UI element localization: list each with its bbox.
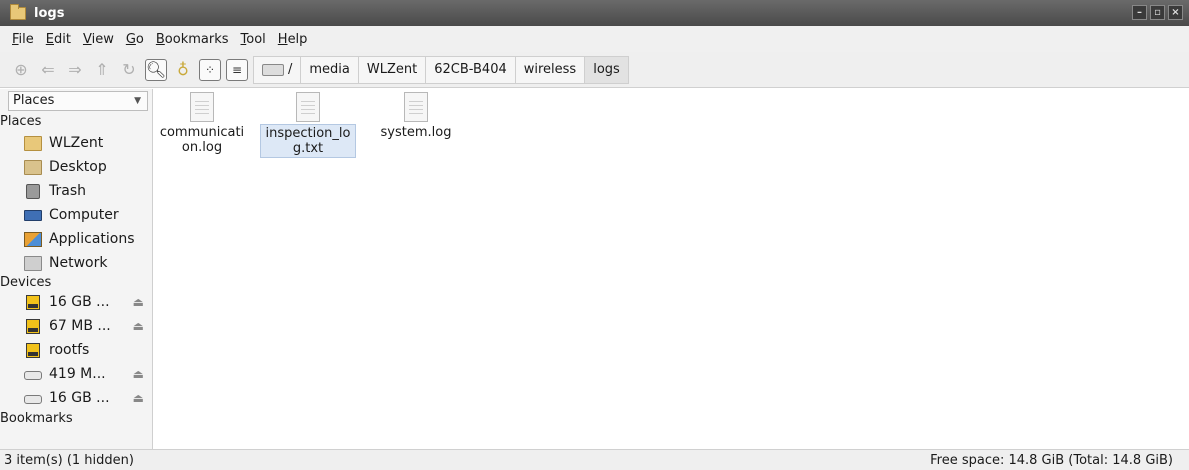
chevron-down-icon: ▼ bbox=[134, 96, 141, 106]
usb-drive-icon bbox=[26, 342, 40, 358]
menu-help[interactable]: Help bbox=[278, 32, 308, 47]
file-item[interactable]: inspection_lo g.txt bbox=[260, 89, 356, 158]
sidebar-item-computer[interactable]: Computer bbox=[24, 204, 150, 226]
menu-view[interactable]: View bbox=[83, 32, 114, 47]
hard-drive-icon bbox=[24, 395, 42, 404]
sidebar-item-applications[interactable]: Applications bbox=[24, 228, 150, 250]
title-bar: logs – ▫ × bbox=[0, 0, 1189, 26]
item-count: 3 item(s) (1 hidden) bbox=[4, 452, 134, 468]
minimize-icon[interactable]: – bbox=[1132, 5, 1147, 20]
file-view[interactable]: communicati on.log inspection_lo g.txt s… bbox=[154, 89, 1189, 449]
eject-icon[interactable]: ⏏ bbox=[133, 391, 144, 405]
toolbar: ⊕ ⇐ ⇒ ⇑ ↻ 🔍︎ ♁ ⁘ ≡ / media WLZent 62CB-B… bbox=[0, 52, 1189, 88]
text-file-icon bbox=[190, 92, 214, 122]
eject-icon[interactable]: ⏏ bbox=[133, 295, 144, 309]
menu-edit[interactable]: Edit bbox=[46, 32, 71, 47]
home-folder-icon bbox=[24, 135, 42, 151]
devices-header: Devices bbox=[0, 275, 52, 290]
usb-drive-icon bbox=[26, 318, 40, 334]
applications-icon bbox=[24, 231, 42, 247]
eject-icon[interactable]: ⏏ bbox=[133, 367, 144, 381]
list-view-icon[interactable]: ≡ bbox=[226, 58, 248, 81]
icon-view-icon[interactable]: ⁘ bbox=[199, 58, 221, 81]
network-folder-icon bbox=[24, 255, 42, 271]
breadcrumb-wlzent[interactable]: WLZent bbox=[357, 55, 427, 84]
maximize-icon[interactable]: ▫ bbox=[1150, 5, 1165, 20]
eject-icon[interactable]: ⏏ bbox=[133, 319, 144, 333]
file-name: communicati on.log bbox=[159, 125, 245, 155]
sidebar-item-wlzent[interactable]: WLZent bbox=[24, 132, 150, 154]
bulb-icon[interactable]: ♁ bbox=[172, 59, 194, 81]
menu-tool[interactable]: Tool bbox=[241, 32, 266, 47]
sidebar: Places ▼ Places WLZent Desktop Trash Com… bbox=[0, 89, 153, 449]
window-controls: – ▫ × bbox=[1132, 5, 1183, 20]
sidebar-device-67mb[interactable]: 67 MB ... ⏏ bbox=[24, 315, 150, 337]
sidebar-item-desktop[interactable]: Desktop bbox=[24, 156, 150, 178]
menu-file[interactable]: File bbox=[12, 32, 34, 47]
forward-icon[interactable]: ⇒ bbox=[64, 59, 86, 81]
file-name: inspection_lo g.txt bbox=[260, 124, 356, 158]
breadcrumb-wireless[interactable]: wireless bbox=[514, 55, 586, 84]
computer-icon bbox=[24, 209, 42, 221]
menu-bar: File Edit View Go Bookmarks Tool Help bbox=[0, 26, 1189, 52]
breadcrumb-62cb-b404[interactable]: 62CB-B404 bbox=[425, 55, 516, 84]
breadcrumb-media[interactable]: media bbox=[300, 55, 359, 84]
trash-icon bbox=[26, 183, 40, 199]
hard-drive-icon bbox=[24, 371, 42, 380]
breadcrumb-root[interactable]: / bbox=[253, 55, 302, 84]
up-icon[interactable]: ⇑ bbox=[91, 59, 113, 81]
file-item[interactable]: system.log bbox=[368, 89, 464, 141]
drive-icon bbox=[262, 63, 284, 76]
new-tab-icon[interactable]: ⊕ bbox=[10, 59, 32, 81]
sidebar-device-16gb-2[interactable]: 16 GB ... ⏏ bbox=[24, 387, 150, 409]
sidebar-item-network[interactable]: Network bbox=[24, 252, 150, 274]
sidebar-device-16gb-1[interactable]: 16 GB ... ⏏ bbox=[24, 291, 150, 313]
search-icon[interactable]: 🔍︎ bbox=[145, 58, 167, 81]
sidebar-device-419m[interactable]: 419 M... ⏏ bbox=[24, 363, 150, 385]
status-bar: 3 item(s) (1 hidden) Free space: 14.8 Gi… bbox=[0, 449, 1189, 470]
usb-drive-icon bbox=[26, 294, 40, 310]
desktop-folder-icon bbox=[24, 159, 42, 175]
sidebar-mode-select[interactable]: Places ▼ bbox=[8, 91, 148, 111]
menu-go[interactable]: Go bbox=[126, 32, 144, 47]
sidebar-item-trash[interactable]: Trash bbox=[24, 180, 150, 202]
folder-icon bbox=[10, 3, 26, 20]
text-file-icon bbox=[296, 92, 320, 122]
free-space: Free space: 14.8 GiB (Total: 14.8 GiB) bbox=[930, 452, 1173, 468]
places-header: Places bbox=[0, 114, 42, 129]
file-name: system.log bbox=[380, 125, 452, 140]
bookmarks-header: Bookmarks bbox=[0, 411, 73, 426]
menu-bookmarks[interactable]: Bookmarks bbox=[156, 32, 229, 47]
close-icon[interactable]: × bbox=[1168, 5, 1183, 20]
window-title: logs bbox=[34, 5, 65, 21]
back-icon[interactable]: ⇐ bbox=[37, 59, 59, 81]
file-item[interactable]: communicati on.log bbox=[154, 89, 250, 156]
text-file-icon bbox=[404, 92, 428, 122]
breadcrumb-logs[interactable]: logs bbox=[584, 55, 629, 84]
reload-icon[interactable]: ↻ bbox=[118, 59, 140, 81]
sidebar-device-rootfs[interactable]: rootfs bbox=[24, 339, 150, 361]
